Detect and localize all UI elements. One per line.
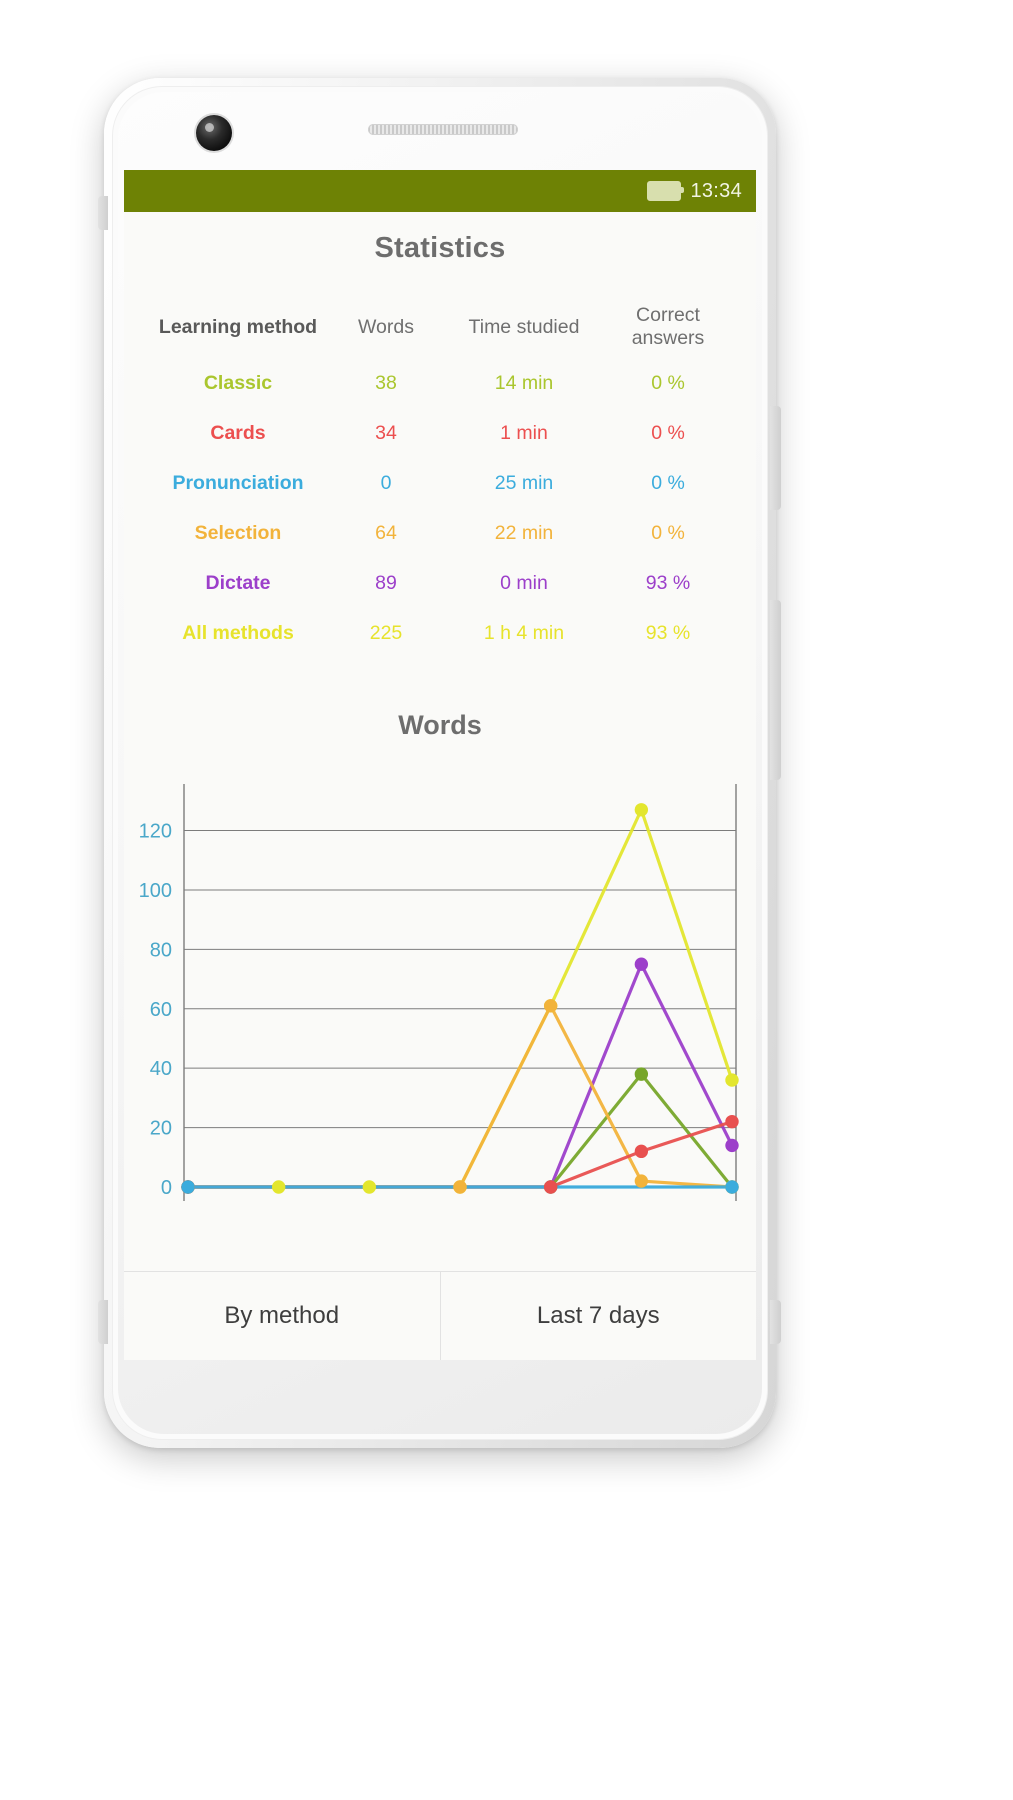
cell-words: 38	[375, 371, 397, 394]
cell-correct: 0 %	[651, 471, 685, 494]
cell-words: 0	[380, 471, 392, 494]
series-line-classic	[186, 1072, 734, 1189]
data-point	[362, 1180, 377, 1194]
cell-correct: 0 %	[651, 421, 685, 444]
cell-method: Classic	[203, 371, 273, 394]
table-header: Learning method Words Time studied Corre…	[148, 296, 732, 358]
data-point	[271, 1180, 286, 1194]
column-header-learning-method: Learning method	[158, 315, 318, 338]
y-axis-tick-label: 120	[139, 821, 172, 843]
cell-words: 225	[369, 621, 403, 644]
earpiece-speaker	[368, 124, 518, 135]
data-point	[543, 1180, 558, 1194]
column-header-correct-answers: Correct answers	[631, 304, 705, 349]
right-bottom-button[interactable]	[770, 1300, 781, 1344]
cell-correct: 93 %	[645, 621, 691, 644]
power-button[interactable]	[770, 600, 781, 780]
cell-correct: 0 %	[651, 521, 685, 544]
data-point	[725, 1073, 739, 1087]
phone-bottom-chin	[124, 1360, 756, 1442]
y-axis-tick-label: 40	[150, 1058, 172, 1080]
table-body: Classic 38 14 min 0 % Cards 34 1 min 0 % Pronunc…	[148, 358, 732, 658]
column-header-words: Words	[358, 315, 414, 338]
cell-method: Pronunciation	[172, 471, 304, 494]
data-point	[725, 1114, 739, 1129]
table-header-row: Learning method Words Time studied Corre…	[148, 296, 732, 358]
series-line-dictate	[186, 962, 734, 1189]
y-axis-tick-label: 0	[161, 1177, 172, 1199]
cell-words: 34	[375, 421, 397, 444]
column-header-time-studied: Time studied	[468, 315, 580, 338]
status-bar-clock: 13:34	[690, 179, 742, 202]
chart-title: Words	[398, 710, 482, 740]
y-axis-tick-label: 100	[139, 880, 172, 902]
battery-full-icon	[647, 181, 685, 201]
table-row[interactable]: Pronunciation 0 25 min 0 %	[148, 458, 732, 508]
cell-time: 0 min	[500, 571, 548, 594]
cell-method: Selection	[194, 521, 282, 544]
data-point	[181, 1180, 195, 1194]
cell-method: All methods	[182, 621, 294, 644]
cell-time: 14 min	[494, 371, 554, 394]
status-bar: 13:34	[124, 170, 756, 212]
table-row[interactable]: Classic 38 14 min 0 %	[148, 358, 732, 408]
data-point	[634, 1144, 649, 1159]
left-bottom-button[interactable]	[98, 1300, 108, 1344]
data-point	[543, 999, 558, 1013]
screenshot-canvas: 13:34 Statistics Learning method Words T…	[0, 0, 1013, 1800]
left-top-button[interactable]	[98, 196, 108, 230]
table-row[interactable]: Cards 34 1 min 0 %	[148, 408, 732, 458]
series-line-cards	[186, 1120, 734, 1189]
table-row[interactable]: Dictate 89 0 min 93 %	[148, 558, 732, 608]
page-title: Statistics	[374, 232, 506, 264]
chart-svg: 0 20 40 60 80 100 120	[139, 784, 739, 1201]
data-point	[725, 1138, 739, 1153]
volume-button[interactable]	[770, 406, 781, 510]
cell-time: 25 min	[494, 471, 554, 494]
statistics-table: Learning method Words Time studied Corre…	[148, 296, 732, 658]
tab-by-method[interactable]: By method	[124, 1272, 440, 1360]
data-point	[634, 803, 649, 817]
cell-words: 89	[375, 571, 397, 594]
cell-correct: 93 %	[645, 571, 691, 594]
y-axis-tick-label: 60	[150, 999, 172, 1021]
data-point	[725, 1180, 739, 1194]
cell-method: Cards	[210, 421, 266, 444]
tab-last-7-days[interactable]: Last 7 days	[439, 1272, 757, 1360]
cell-words: 64	[375, 521, 397, 544]
y-axis-tick-label: 20	[150, 1118, 172, 1140]
bottom-tab-bar: By method Last 7 days	[124, 1271, 756, 1360]
cell-method: Dictate	[205, 571, 271, 594]
cell-time: 22 min	[494, 521, 554, 544]
front-camera-icon	[196, 115, 232, 151]
table-row[interactable]: Selection 64 22 min 0 %	[148, 508, 732, 558]
words-line-chart: 0 20 40 60 80 100 120	[124, 770, 756, 1225]
series-line-all-methods	[186, 808, 734, 1189]
data-point	[634, 1067, 649, 1081]
cell-time: 1 min	[500, 421, 548, 444]
table-row[interactable]: All methods 225 1 h 4 min 93 %	[148, 608, 732, 658]
data-point	[634, 1174, 649, 1188]
cell-time: 1 h 4 min	[483, 621, 565, 644]
series-line-selection	[186, 1004, 734, 1189]
data-point	[634, 957, 649, 971]
y-axis-tick-label: 80	[150, 939, 172, 961]
data-point	[453, 1180, 467, 1194]
cell-correct: 0 %	[651, 371, 685, 394]
phone-screen: 13:34 Statistics Learning method Words T…	[124, 170, 756, 1360]
